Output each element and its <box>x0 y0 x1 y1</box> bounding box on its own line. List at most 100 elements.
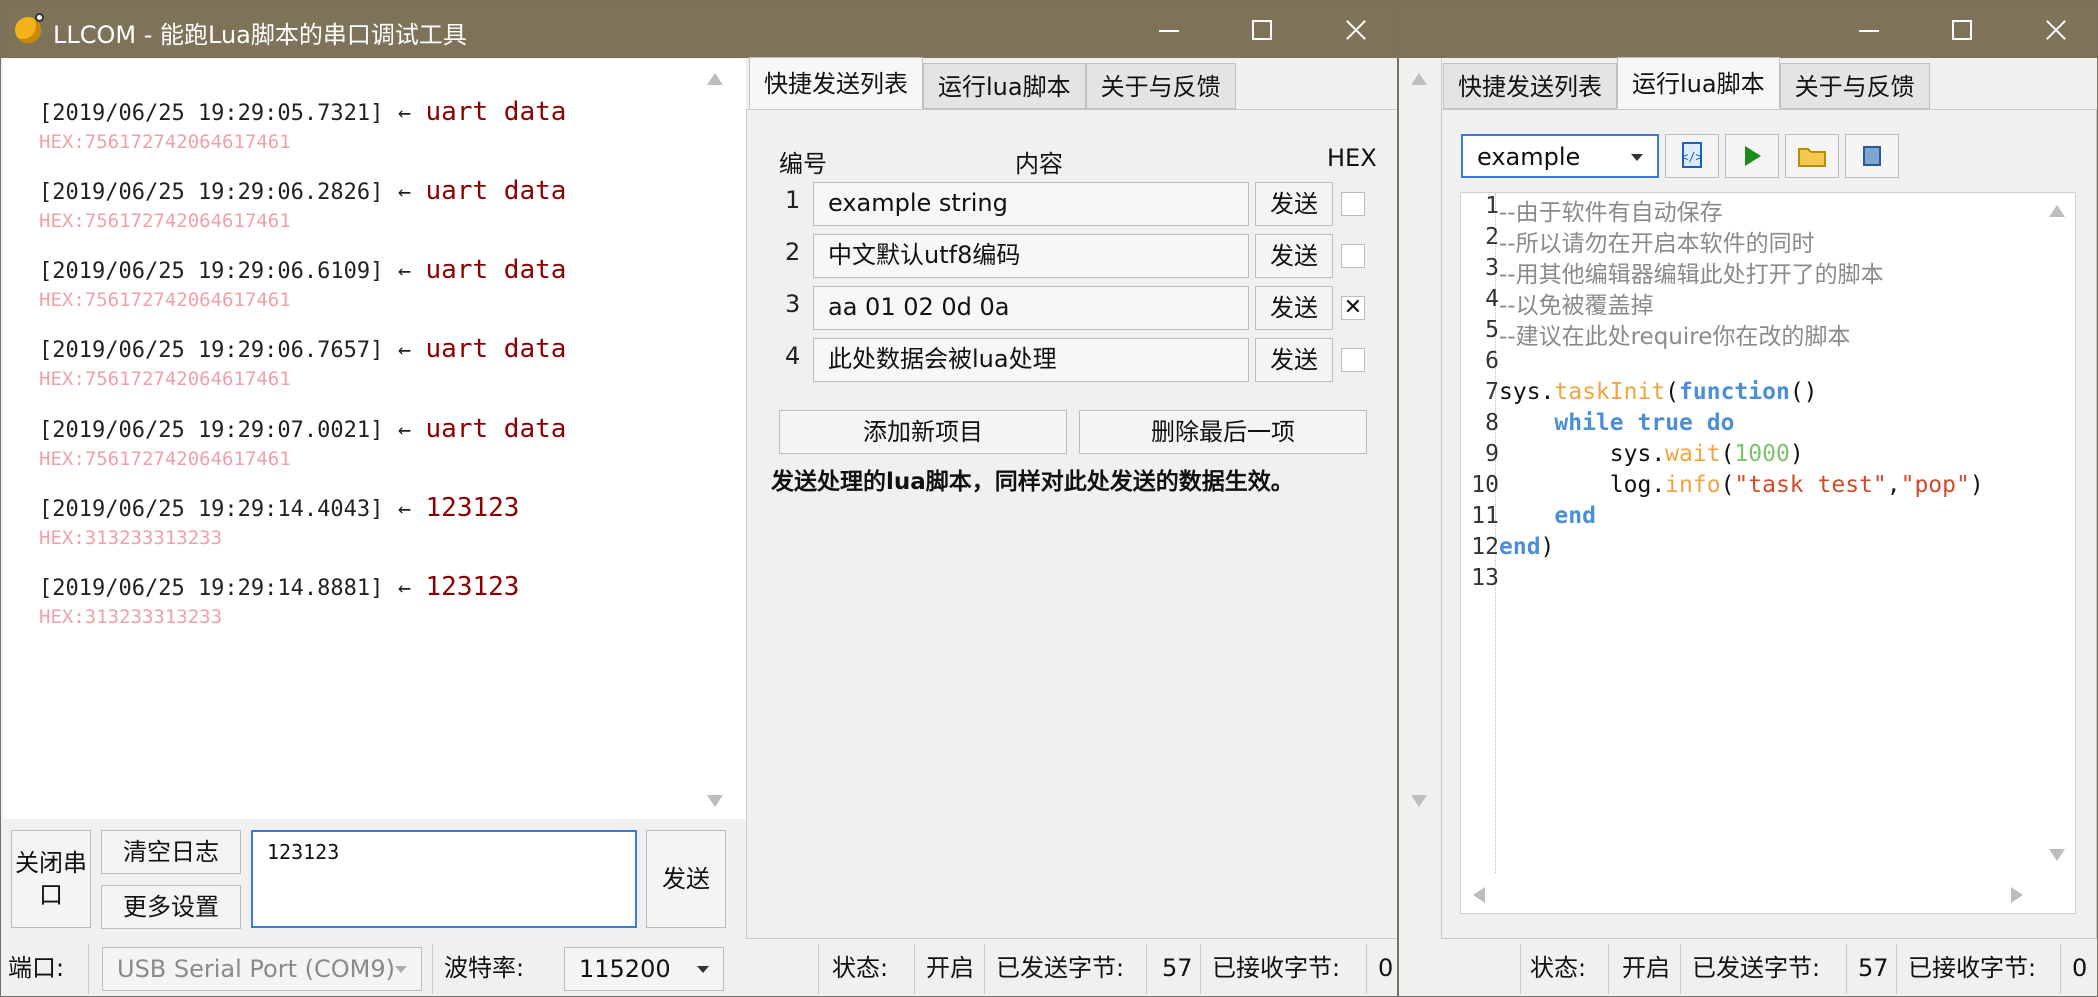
row-number: 4 <box>785 342 801 370</box>
code-text: end <box>1554 503 1596 529</box>
scroll-down-icon[interactable] <box>2049 849 2065 861</box>
window-title: LLCOM - 能跑Lua脚本的串口调试工具 <box>53 21 467 49</box>
code-text: --用其他编辑器编辑此处打开了的脚本 <box>1499 262 1884 288</box>
more-settings-button[interactable]: 更多设置 <box>101 885 241 929</box>
script-select[interactable]: example <box>1461 134 1659 178</box>
app-logo-icon <box>15 13 44 43</box>
log-message: uart data <box>425 334 567 364</box>
tab-quick-send[interactable]: 快捷发送列表 <box>749 57 923 109</box>
log-hex: HEX:756172742064617461 <box>39 210 291 232</box>
receive-arrow-icon: ← <box>397 259 412 284</box>
tab-run-lua[interactable]: 运行lua脚本 <box>1617 57 1780 109</box>
quick-send-button[interactable]: 发送 <box>1255 286 1333 330</box>
port-select[interactable]: USB Serial Port (COM9) <box>102 947 422 991</box>
tab-about[interactable]: 关于与反馈 <box>1085 63 1236 109</box>
state-label: 状态: <box>1530 954 1587 982</box>
code-text: end) <box>1499 534 1555 560</box>
delete-last-button[interactable]: 删除最后一项 <box>1079 410 1367 454</box>
recv-bytes-value: 0 <box>2072 954 2088 982</box>
code-text: while true do <box>1554 410 1735 436</box>
code-file-icon[interactable]: </> <box>1665 134 1719 178</box>
tab-quick-send[interactable]: 快捷发送列表 <box>1443 63 1617 109</box>
log-timestamp: [2019/06/25 19:29:07.0021] <box>39 418 384 443</box>
code-text: sys.wait(1000) <box>1499 441 1804 467</box>
status-separator <box>1520 944 1521 994</box>
quick-send-field[interactable]: aa 01 02 0d 0a <box>813 286 1249 330</box>
quick-send-field[interactable]: 中文默认utf8编码 <box>813 234 1249 278</box>
scroll-left-icon[interactable] <box>1473 887 1485 903</box>
line-number: 13 <box>1471 565 1499 591</box>
scroll-right-icon[interactable] <box>2011 887 2023 903</box>
clear-log-button[interactable]: 清空日志 <box>101 830 241 874</box>
scroll-up-icon[interactable] <box>707 73 723 85</box>
log-message: 123123 <box>425 572 520 602</box>
script-note: 发送处理的lua脚本，同样对此处发送的数据生效。 <box>771 469 1294 495</box>
log-timestamp: [2019/06/25 19:29:14.8881] <box>39 576 384 601</box>
scroll-down-icon[interactable] <box>707 795 723 807</box>
hex-checkbox[interactable] <box>1341 244 1365 268</box>
line-number: 6 <box>1485 348 1499 374</box>
code-text: sys.taskInit(function() <box>1499 379 1818 405</box>
scroll-down-icon[interactable] <box>1411 795 1427 807</box>
sent-bytes-value: 57 <box>1162 954 1193 982</box>
minimize-icon[interactable] <box>1123 1 1215 58</box>
status-separator <box>1608 944 1609 994</box>
hex-checkbox[interactable] <box>1341 348 1365 372</box>
open-folder-icon[interactable] <box>1785 134 1839 178</box>
scroll-up-icon[interactable] <box>1411 73 1427 85</box>
receive-arrow-icon: ← <box>397 576 412 601</box>
recv-bytes-label: 已接收字节: <box>1908 954 2037 982</box>
log-hex: HEX:756172742064617461 <box>39 289 291 311</box>
tab-strip: 快捷发送列表 运行lua脚本 关于与反馈 <box>1443 57 1930 109</box>
send-button[interactable]: 发送 <box>646 830 726 928</box>
log-message: uart data <box>425 176 567 206</box>
quick-send-button[interactable]: 发送 <box>1255 338 1333 382</box>
chevron-down-icon <box>697 966 709 973</box>
receive-arrow-icon: ← <box>397 497 412 522</box>
receive-arrow-icon: ← <box>397 338 412 363</box>
sent-bytes-label: 已发送字节: <box>1692 954 1821 982</box>
status-separator <box>818 944 819 994</box>
left-scrollbar[interactable] <box>1399 59 1442 879</box>
close-icon[interactable] <box>1307 1 1397 58</box>
code-text: --由于软件有自动保存 <box>1499 200 1723 226</box>
minimize-icon[interactable] <box>1823 1 1915 58</box>
quick-send-button[interactable]: 发送 <box>1255 182 1333 226</box>
tab-run-lua[interactable]: 运行lua脚本 <box>923 63 1086 109</box>
run-icon[interactable] <box>1725 134 1779 178</box>
send-text-input[interactable]: 123123 <box>251 830 637 928</box>
log-hex: HEX:313233313233 <box>39 527 223 549</box>
status-separator <box>1680 944 1681 994</box>
hex-checkbox[interactable]: ✕ <box>1341 296 1365 320</box>
chevron-down-icon <box>1631 154 1643 161</box>
maximize-icon[interactable] <box>1215 1 1307 58</box>
tab-about[interactable]: 关于与反馈 <box>1779 63 1930 109</box>
log-view[interactable]: [2019/06/25 19:29:05.7321] ← uart data H… <box>3 59 746 819</box>
baud-select[interactable]: 115200 <box>564 947 724 991</box>
baud-label: 波特率: <box>444 954 525 982</box>
row-number: 1 <box>785 186 801 214</box>
row-number: 3 <box>785 290 801 318</box>
maximize-icon[interactable] <box>1915 1 2007 58</box>
log-entry: [2019/06/25 19:29:06.6109] ← uart data H… <box>39 255 566 311</box>
status-separator <box>1366 944 1367 994</box>
state-value: 开启 <box>926 954 974 982</box>
quick-send-button[interactable]: 发送 <box>1255 234 1333 278</box>
book-icon[interactable] <box>1845 134 1899 178</box>
status-separator <box>1146 944 1147 994</box>
tab-strip: 快捷发送列表 运行lua脚本 关于与反馈 <box>749 57 1236 109</box>
quick-send-field[interactable]: 此处数据会被lua处理 <box>813 338 1249 382</box>
hex-checkbox[interactable] <box>1341 192 1365 216</box>
line-number: 11 <box>1471 503 1499 529</box>
code-text: --建议在此处require你在改的脚本 <box>1499 324 1851 350</box>
status-separator <box>984 944 985 994</box>
title-bar[interactable]: LLCOM - 能跑Lua脚本的串口调试工具 <box>1 1 1397 58</box>
line-number: 8 <box>1485 410 1499 436</box>
code-editor[interactable]: 1 --由于软件有自动保存 2 --所以请勿在开启本软件的同时 3 --用其他编辑器编… <box>1460 192 2076 914</box>
close-port-button[interactable]: 关闭串口 <box>11 830 91 928</box>
scroll-up-icon[interactable] <box>2049 205 2065 217</box>
quick-send-field[interactable]: example string <box>813 182 1249 226</box>
title-bar[interactable] <box>1399 1 2097 58</box>
add-item-button[interactable]: 添加新项目 <box>779 410 1067 454</box>
close-icon[interactable] <box>2007 1 2097 58</box>
